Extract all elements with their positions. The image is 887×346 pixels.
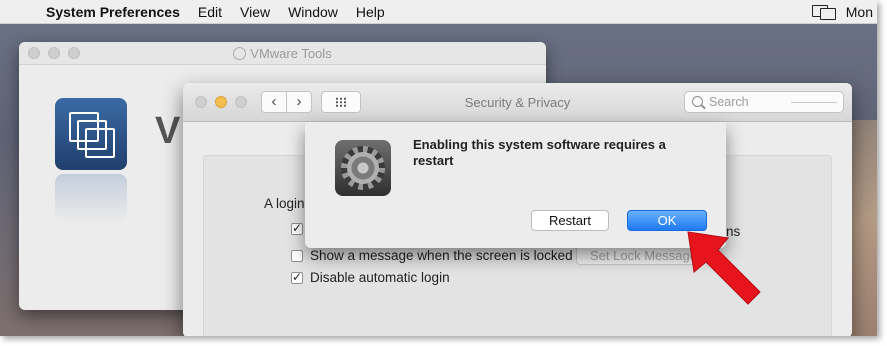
display-mirroring-icon[interactable]	[811, 4, 838, 20]
search-field[interactable]: Search	[684, 91, 844, 113]
menu-window[interactable]: Window	[279, 4, 347, 20]
security-toolbar: ‹ › Security & Privacy Search	[183, 83, 852, 122]
vmware-logo-reflection	[55, 174, 127, 224]
option-disable-auto-login-label: Disable automatic login	[310, 270, 450, 285]
option-show-message[interactable]: Show a message when the screen is locked	[291, 248, 573, 263]
red-arrow-icon	[687, 231, 761, 305]
option-disable-auto-login[interactable]: Disable automatic login	[291, 270, 450, 285]
restart-alert-dialog: Enabling this system software requires a…	[305, 122, 726, 248]
search-icon	[692, 96, 703, 107]
login-password-label: A login	[264, 196, 305, 211]
menu-help[interactable]: Help	[347, 4, 394, 20]
vmware-title-bar: VMware Tools	[19, 42, 546, 65]
menu-extras: Mon	[811, 0, 877, 23]
menu-view[interactable]: View	[231, 4, 279, 20]
menu-edit[interactable]: Edit	[189, 4, 231, 20]
alert-message: Enabling this system software requires a…	[413, 137, 666, 168]
menu-bar: System Preferences Edit View Window Help…	[0, 0, 877, 24]
vmware-window-title: VMware Tools	[250, 46, 332, 61]
restart-button[interactable]: Restart	[531, 210, 609, 231]
system-preferences-gear-icon	[335, 140, 391, 196]
desktop: System Preferences Edit View Window Help…	[0, 0, 877, 336]
vmware-heading: V	[155, 110, 181, 152]
checkbox-show-message[interactable]	[291, 249, 303, 262]
menu-app-name[interactable]: System Preferences	[36, 4, 189, 20]
menu-clock[interactable]: Mon	[846, 4, 877, 20]
option-show-message-label: Show a message when the screen is locked	[310, 248, 573, 263]
checkbox-require-password[interactable]	[291, 221, 303, 235]
vmware-logo-icon	[55, 98, 127, 170]
search-placeholder: Search	[709, 95, 749, 109]
checkbox-disable-auto-login[interactable]	[291, 270, 303, 284]
vmware-tools-icon	[233, 47, 247, 60]
